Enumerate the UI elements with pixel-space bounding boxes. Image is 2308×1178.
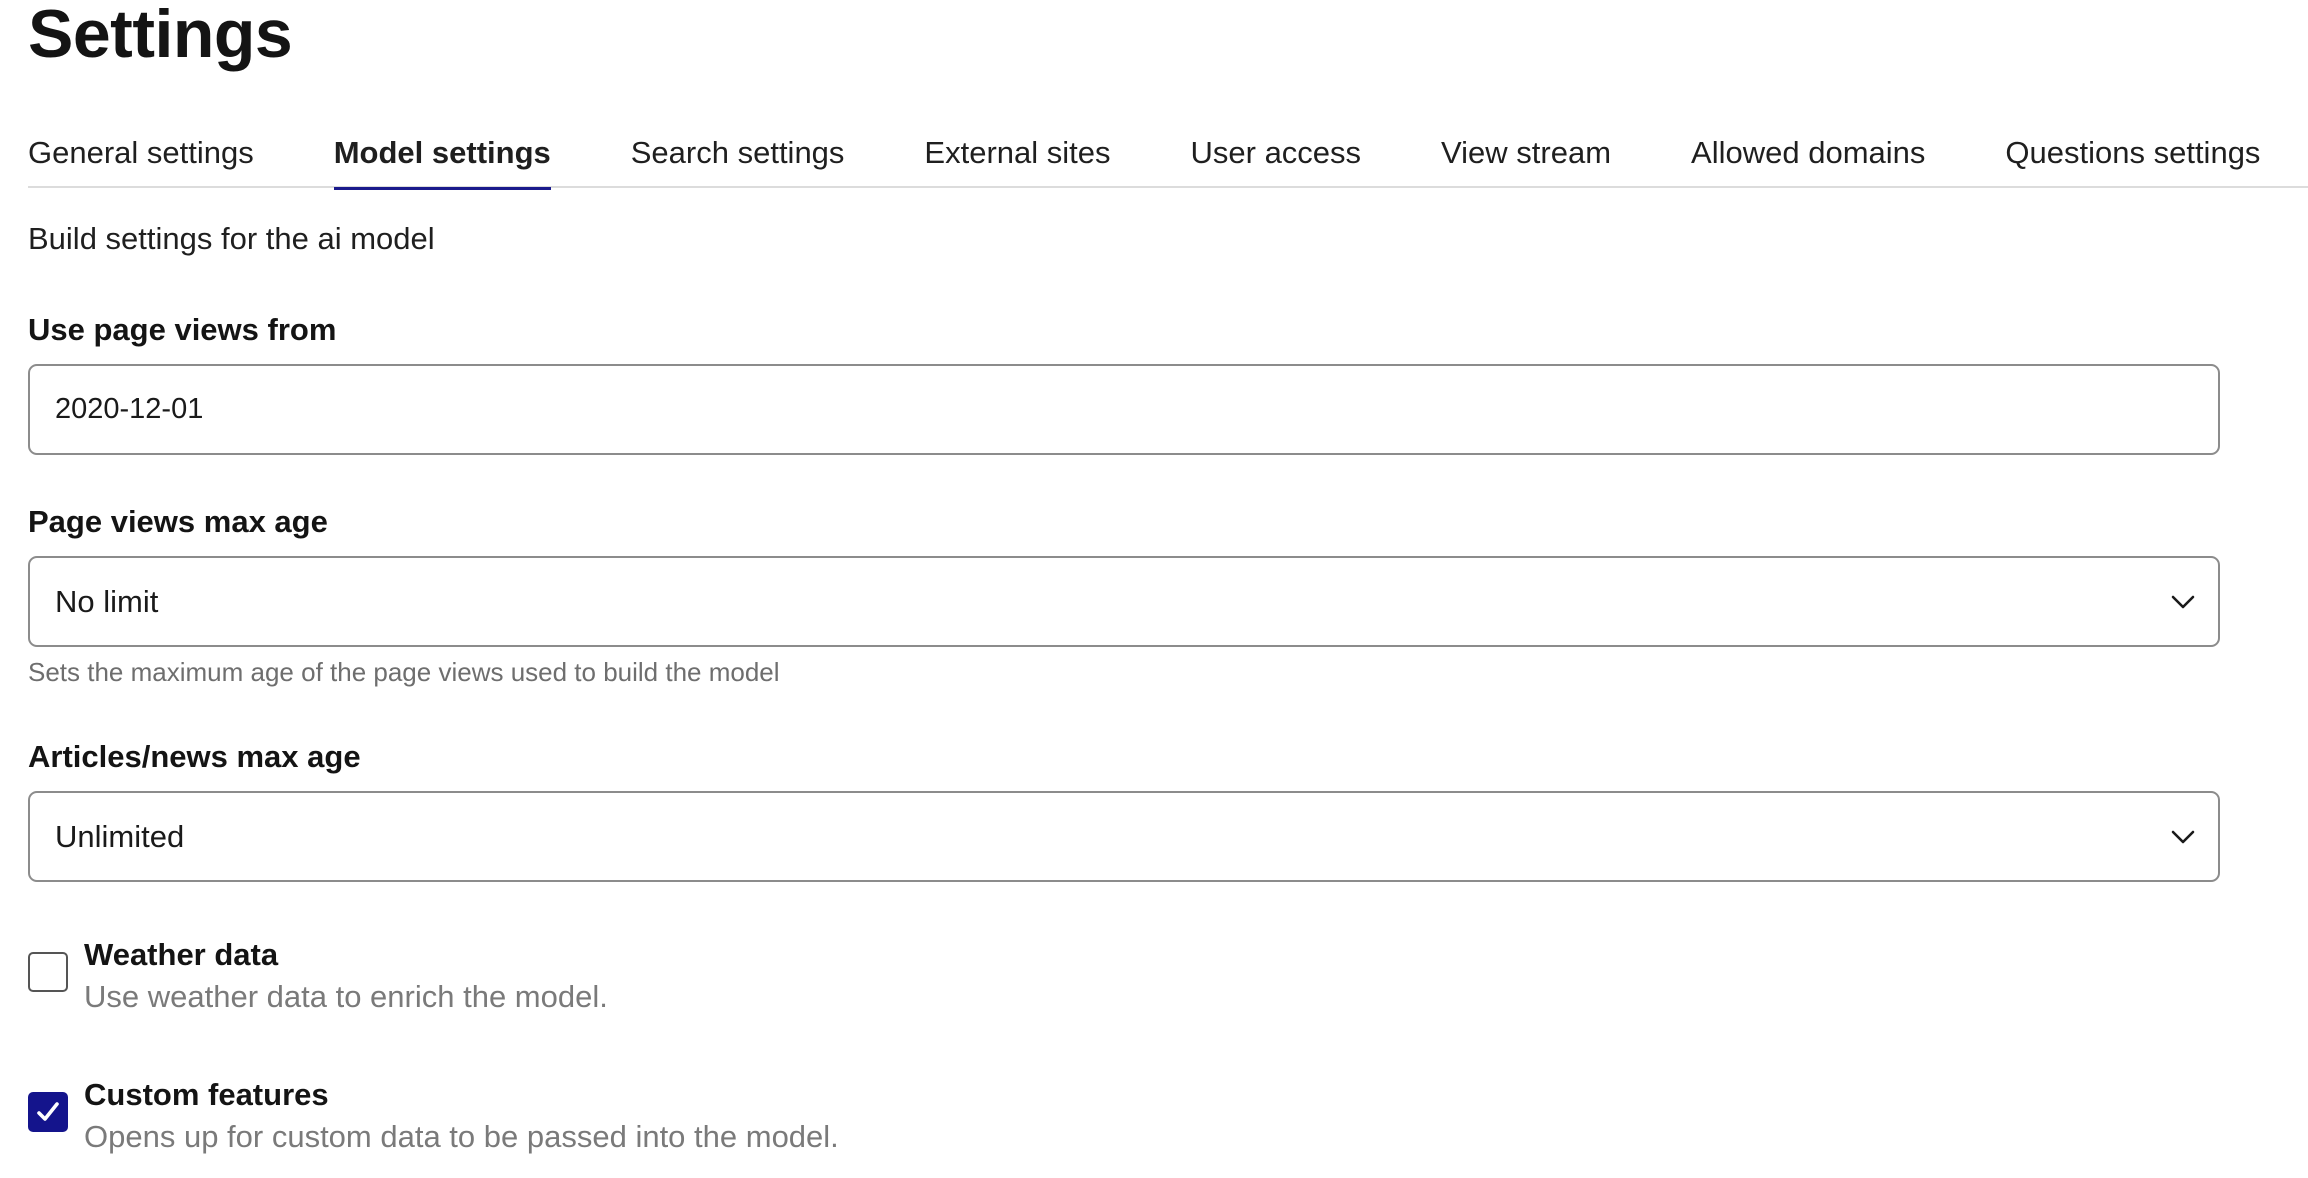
page-views-from-input[interactable]: 2020-12-01: [28, 364, 2220, 455]
tab-external-sites[interactable]: External sites: [924, 134, 1110, 188]
chevron-down-icon: [2171, 830, 2195, 843]
custom-features-title: Custom features: [84, 1077, 329, 1112]
settings-tabs: General settings Model settings Search s…: [28, 134, 2308, 190]
page-views-max-age-helper: Sets the maximum age of the page views u…: [28, 657, 780, 687]
page-views-max-age-value: No limit: [55, 583, 159, 619]
articles-max-age-select[interactable]: Unlimited: [28, 791, 2220, 882]
tab-user-access[interactable]: User access: [1191, 134, 1362, 188]
weather-data-title: Weather data: [84, 937, 279, 972]
custom-features-option: Custom features Opens up for custom data…: [28, 1076, 839, 1160]
weather-data-checkbox[interactable]: [28, 952, 68, 992]
articles-max-age-value: Unlimited: [55, 818, 185, 854]
weather-data-option: Weather data Use weather data to enrich …: [28, 936, 608, 1020]
weather-data-description: Use weather data to enrich the model.: [84, 979, 608, 1014]
tab-allowed-domains[interactable]: Allowed domains: [1691, 134, 1925, 188]
page-views-max-age-label: Page views max age: [28, 504, 328, 539]
tab-search-settings[interactable]: Search settings: [631, 134, 845, 188]
custom-features-checkbox[interactable]: [28, 1092, 68, 1132]
chevron-down-icon: [2171, 595, 2195, 608]
section-intro: Build settings for the ai model: [28, 221, 435, 256]
tab-view-stream[interactable]: View stream: [1441, 134, 1611, 188]
articles-max-age-label: Articles/news max age: [28, 739, 361, 774]
page-views-from-label: Use page views from: [28, 312, 337, 347]
settings-page: Settings General settings Model settings…: [28, 0, 2308, 1154]
custom-features-description: Opens up for custom data to be passed in…: [84, 1119, 839, 1154]
tab-general-settings[interactable]: General settings: [28, 134, 254, 188]
tab-questions-settings[interactable]: Questions settings: [2005, 134, 2260, 188]
tab-model-settings[interactable]: Model settings: [333, 134, 551, 190]
checkmark-icon: [37, 1102, 59, 1121]
page-title: Settings: [28, 0, 293, 72]
page-views-max-age-select[interactable]: No limit: [28, 556, 2220, 647]
